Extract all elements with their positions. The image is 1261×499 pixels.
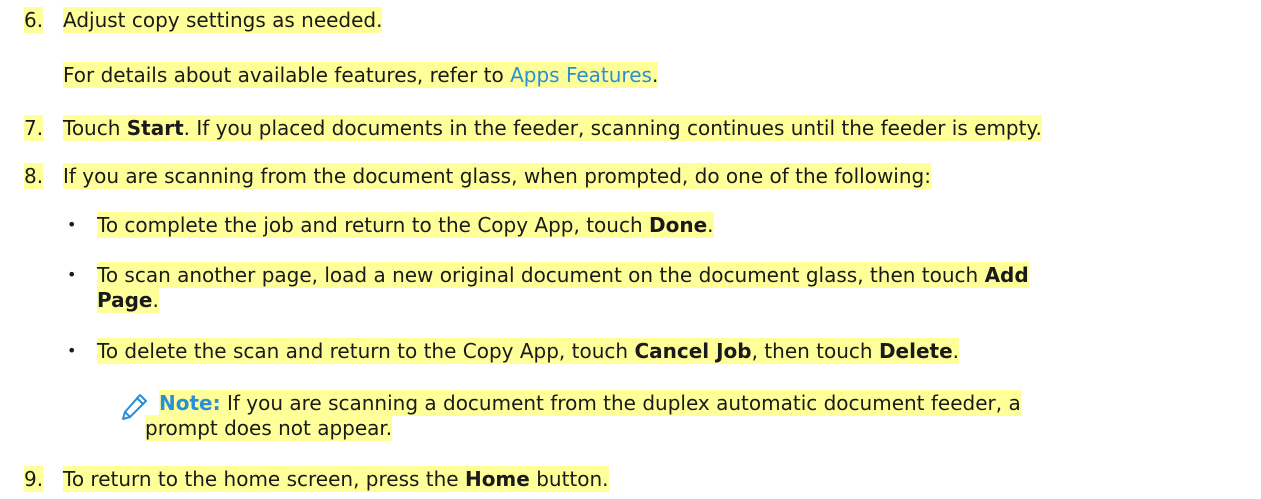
- step-number: 7.: [24, 115, 44, 141]
- bullet-text-part: To delete the scan and return to the Cop…: [97, 339, 635, 363]
- step-text: Touch Start. If you placed documents in …: [63, 115, 1042, 141]
- bullet-text-continued: Page.: [97, 287, 159, 313]
- add-keyword: Add: [984, 263, 1029, 287]
- step-text-part: To return to the home screen, press the: [63, 467, 465, 491]
- note-text-part: If you are scanning a document from the …: [220, 391, 1021, 415]
- step-number: 6.: [24, 7, 44, 33]
- bullet-text: To delete the scan and return to the Cop…: [97, 338, 960, 364]
- document-page: { "steps": [ { "number": "6.", "text": "…: [0, 0, 1261, 499]
- cancel-job-keyword: Cancel Job: [634, 339, 752, 363]
- bullet-text-part: .: [707, 213, 714, 237]
- step-number: 8.: [24, 163, 44, 189]
- note-text: Note: If you are scanning a document fro…: [159, 390, 1021, 416]
- step-detail: For details about available features, re…: [63, 62, 659, 88]
- step-text: Adjust copy settings as needed.: [63, 7, 383, 33]
- bullet-text-part: .: [952, 339, 960, 363]
- note-text-continued: prompt does not appear.: [145, 415, 393, 441]
- bullet-marker: •: [67, 215, 77, 234]
- apps-features-link[interactable]: Apps Features: [510, 63, 652, 87]
- step-text-part: Touch: [63, 116, 127, 140]
- home-keyword: Home: [464, 467, 530, 491]
- bullet-marker: •: [67, 265, 77, 284]
- step-text-part: button.: [529, 467, 609, 491]
- start-keyword: Start: [126, 116, 184, 140]
- page-keyword: Page: [97, 288, 153, 312]
- bullet-text-part: To scan another page, load a new origina…: [97, 263, 985, 287]
- delete-keyword: Delete: [878, 339, 953, 363]
- bullet-text: To complete the job and return to the Co…: [97, 212, 714, 238]
- step-detail-text: For details about available features, re…: [63, 63, 511, 87]
- step-number: 9.: [24, 466, 44, 492]
- step-text: To return to the home screen, press the …: [63, 466, 609, 492]
- done-keyword: Done: [648, 213, 708, 237]
- bullet-text: To scan another page, load a new origina…: [97, 262, 1029, 288]
- step-detail-suffix: .: [651, 63, 659, 87]
- bullet-marker: •: [67, 341, 77, 360]
- bullet-text-part: .: [152, 288, 159, 312]
- step-text-part: . If you placed documents in the feeder,…: [183, 116, 1042, 140]
- bullet-text-part: , then touch: [751, 339, 879, 363]
- step-text: If you are scanning from the document gl…: [63, 163, 931, 189]
- bullet-text-part: To complete the job and return to the Co…: [97, 213, 649, 237]
- note-label: Note:: [159, 391, 221, 415]
